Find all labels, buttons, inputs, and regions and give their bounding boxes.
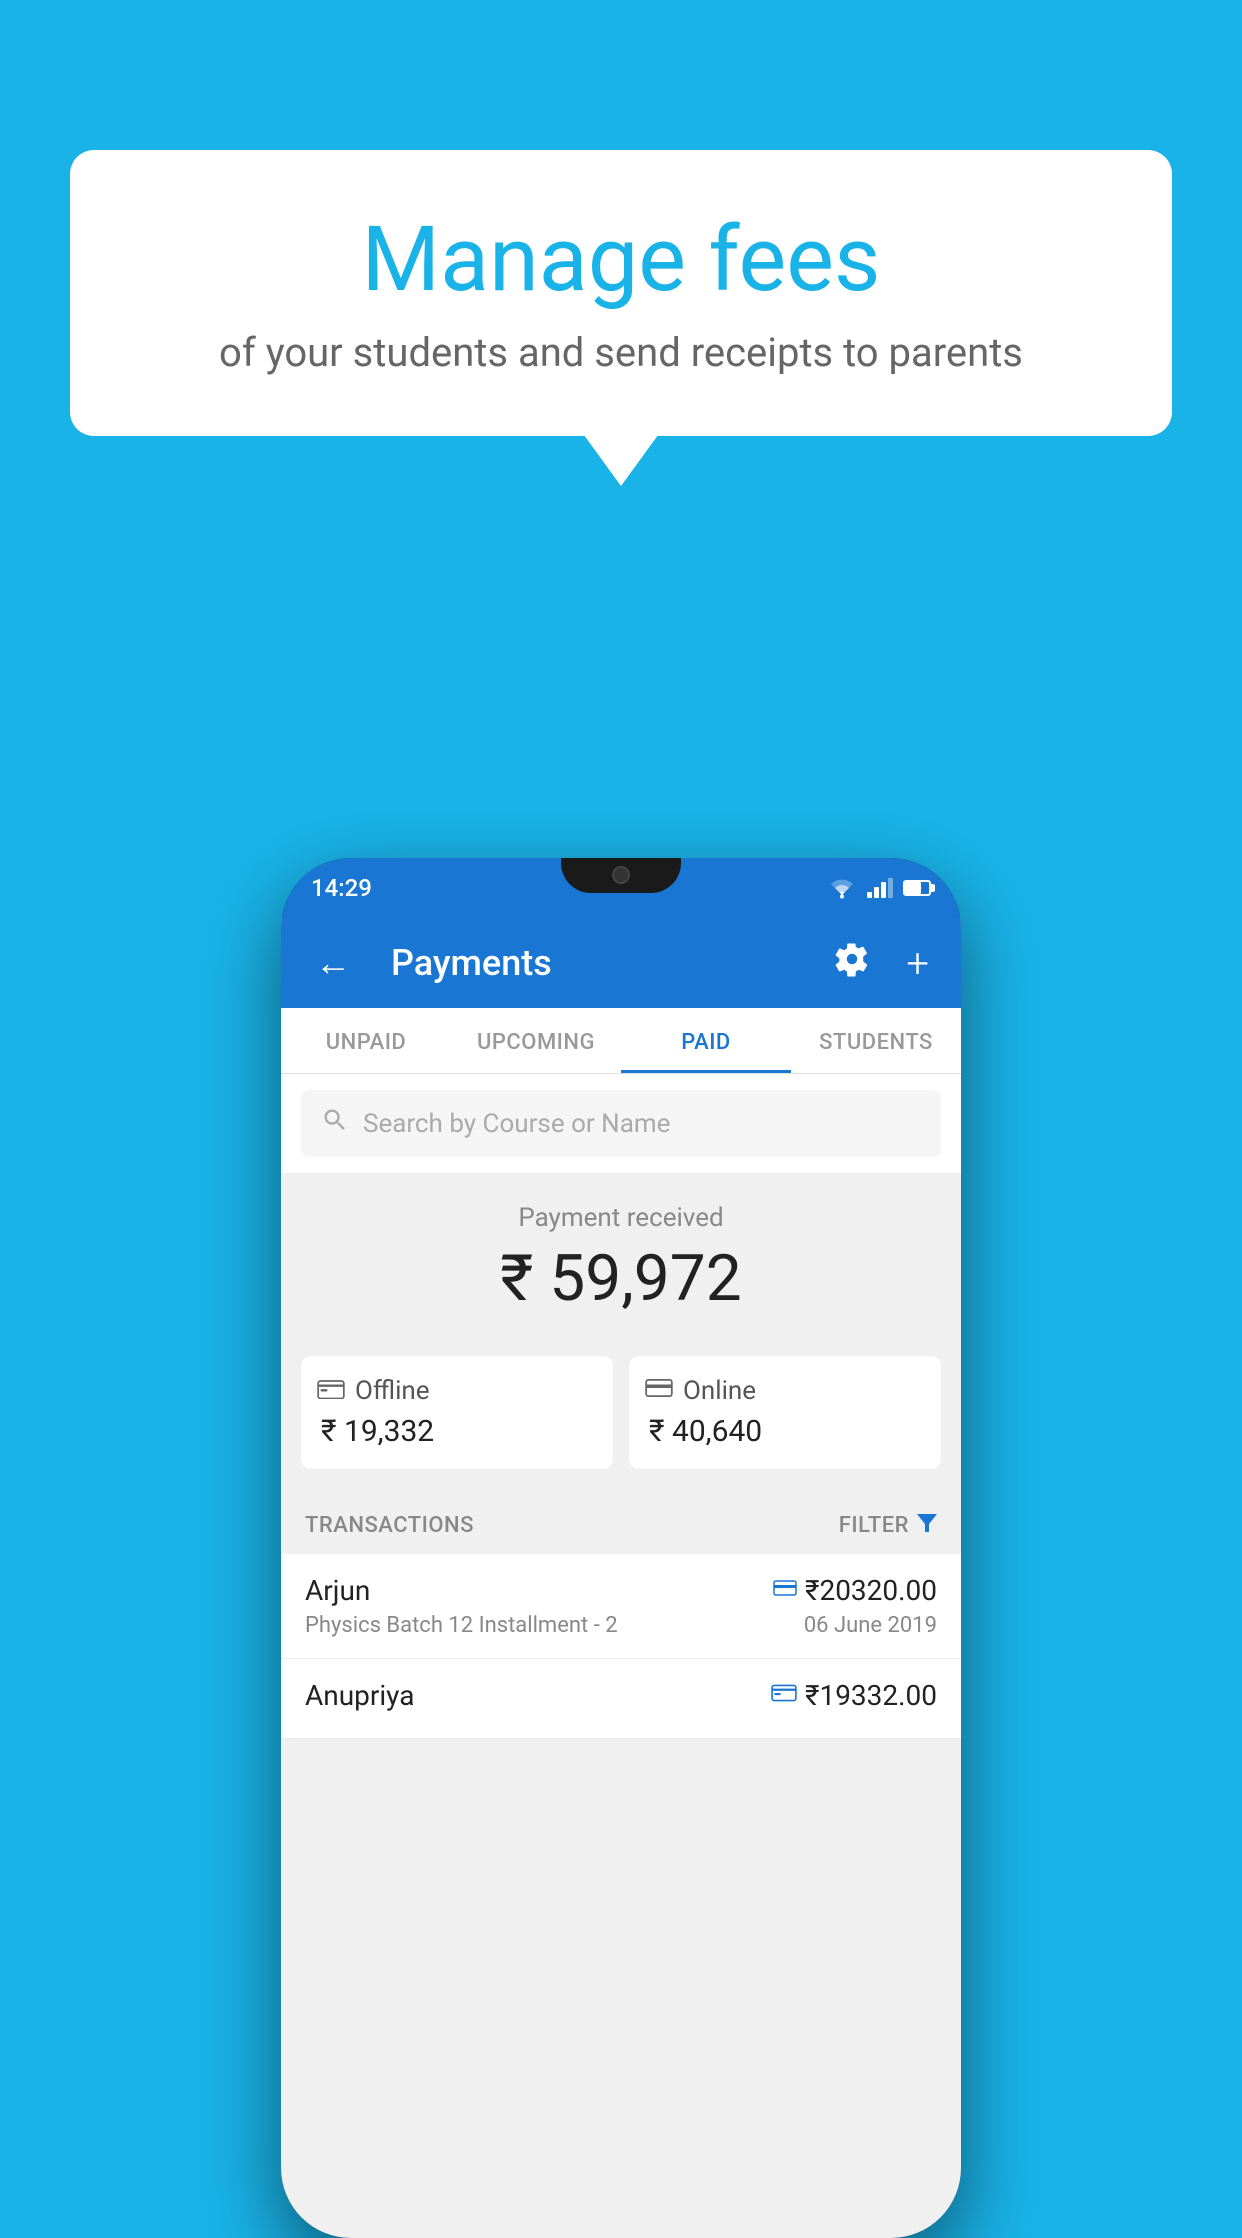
toolbar-title: Payments bbox=[391, 942, 806, 984]
tab-upcoming[interactable]: UPCOMING bbox=[451, 1008, 621, 1073]
app-toolbar: ← Payments + bbox=[281, 918, 961, 1008]
offline-amount: ₹ 19,332 bbox=[317, 1414, 597, 1449]
online-payment-icon bbox=[773, 1578, 797, 1603]
transaction-name: Arjun bbox=[305, 1574, 370, 1607]
signal-icon bbox=[867, 878, 893, 898]
transaction-amount-container: ₹19332.00 bbox=[771, 1679, 937, 1712]
transaction-amount-container: ₹20320.00 bbox=[773, 1574, 937, 1607]
transaction-amount: ₹20320.00 bbox=[805, 1574, 937, 1607]
transaction-date: 06 June 2019 bbox=[804, 1613, 937, 1638]
online-card-header: Online bbox=[645, 1376, 925, 1406]
tab-bar: UNPAID UPCOMING PAID STUDENTS bbox=[281, 1008, 961, 1074]
tab-paid[interactable]: PAID bbox=[621, 1008, 791, 1073]
payment-received-section: Payment received ₹ 59,972 bbox=[281, 1173, 961, 1340]
front-camera bbox=[612, 866, 630, 884]
offline-payment-icon bbox=[771, 1683, 797, 1709]
status-icons bbox=[827, 877, 931, 899]
payment-cards-row: Offline ₹ 19,332 Online ₹ 40,640 bbox=[281, 1340, 961, 1493]
online-label: Online bbox=[683, 1376, 756, 1406]
transaction-amount: ₹19332.00 bbox=[805, 1679, 937, 1712]
phone-screen: ← Payments + UNPAID UPCOMING PAID STUDEN… bbox=[281, 918, 961, 2238]
transaction-row-top: Arjun ₹20320.00 bbox=[305, 1574, 937, 1607]
search-bar-container: Search by Course or Name bbox=[281, 1074, 961, 1173]
transaction-row-top: Anupriya ₹19332.00 bbox=[305, 1679, 937, 1712]
filter-icon bbox=[917, 1513, 937, 1538]
search-icon bbox=[321, 1106, 349, 1141]
bubble-title: Manage fees bbox=[150, 210, 1092, 309]
wifi-icon bbox=[827, 877, 857, 899]
payment-received-amount: ₹ 59,972 bbox=[301, 1241, 941, 1316]
settings-icon[interactable] bbox=[826, 933, 878, 994]
transactions-header: TRANSACTIONS FILTER bbox=[281, 1493, 961, 1554]
filter-button[interactable]: FILTER bbox=[839, 1513, 937, 1538]
transaction-course: Physics Batch 12 Installment - 2 bbox=[305, 1613, 618, 1638]
transaction-row-bottom: Physics Batch 12 Installment - 2 06 June… bbox=[305, 1613, 937, 1638]
transaction-name: Anupriya bbox=[305, 1679, 414, 1712]
offline-label: Offline bbox=[355, 1376, 430, 1406]
transaction-list: Arjun ₹20320.00 Physics Batch 12 Install… bbox=[281, 1554, 961, 1739]
table-row[interactable]: Arjun ₹20320.00 Physics Batch 12 Install… bbox=[281, 1554, 961, 1659]
speech-bubble: Manage fees of your students and send re… bbox=[70, 150, 1172, 436]
online-icon bbox=[645, 1377, 673, 1405]
search-placeholder: Search by Course or Name bbox=[363, 1109, 670, 1139]
phone-frame: 14:29 ← Payme bbox=[281, 858, 961, 2238]
offline-payment-card: Offline ₹ 19,332 bbox=[301, 1356, 613, 1469]
tab-unpaid[interactable]: UNPAID bbox=[281, 1008, 451, 1073]
tab-students[interactable]: STUDENTS bbox=[791, 1008, 961, 1073]
table-row[interactable]: Anupriya ₹19332.00 bbox=[281, 1659, 961, 1739]
offline-icon bbox=[317, 1377, 345, 1405]
transactions-label: TRANSACTIONS bbox=[305, 1513, 474, 1538]
speech-bubble-container: Manage fees of your students and send re… bbox=[70, 150, 1172, 436]
status-time: 14:29 bbox=[311, 874, 372, 902]
offline-card-header: Offline bbox=[317, 1376, 597, 1406]
online-amount: ₹ 40,640 bbox=[645, 1414, 925, 1449]
filter-text: FILTER bbox=[839, 1513, 909, 1538]
phone-notch bbox=[561, 858, 681, 893]
back-button[interactable]: ← bbox=[305, 932, 361, 994]
add-button[interactable]: + bbox=[898, 932, 937, 995]
payment-received-label: Payment received bbox=[301, 1203, 941, 1233]
search-bar[interactable]: Search by Course or Name bbox=[301, 1090, 941, 1157]
battery-icon bbox=[903, 880, 931, 896]
bubble-subtitle: of your students and send receipts to pa… bbox=[150, 329, 1092, 376]
online-payment-card: Online ₹ 40,640 bbox=[629, 1356, 941, 1469]
